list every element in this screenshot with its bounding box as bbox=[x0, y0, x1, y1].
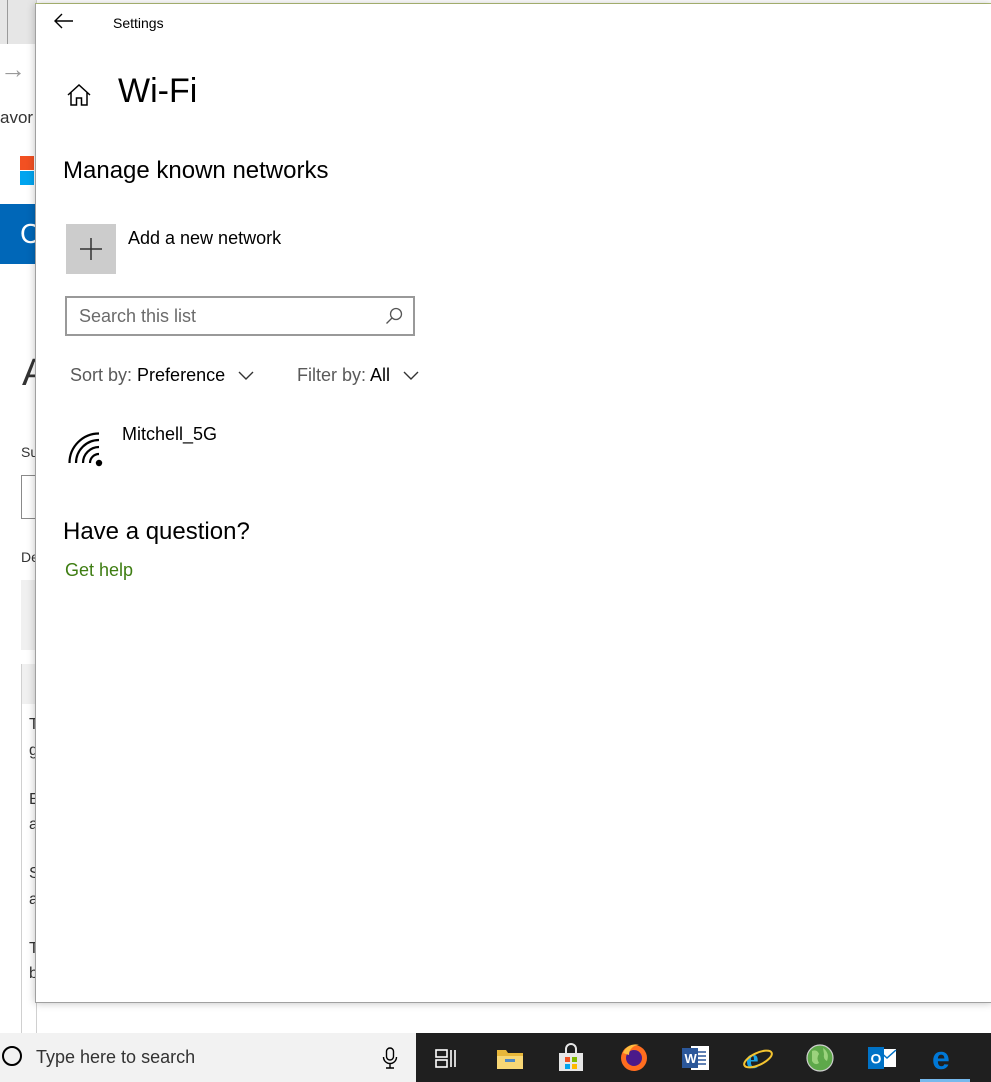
taskbar: Type here to search W e O e bbox=[0, 1033, 991, 1082]
chevron-down-icon bbox=[238, 371, 254, 381]
task-view-icon[interactable] bbox=[430, 1041, 464, 1075]
home-icon[interactable] bbox=[66, 82, 92, 108]
background-tab-strip bbox=[0, 0, 36, 44]
add-tile bbox=[66, 224, 116, 274]
taskbar-search-placeholder: Type here to search bbox=[36, 1047, 196, 1067]
back-arrow-icon bbox=[54, 13, 73, 29]
outlook-icon[interactable]: O bbox=[865, 1041, 899, 1075]
filter-dropdown[interactable]: Filter by: All bbox=[297, 365, 419, 386]
search-box[interactable] bbox=[65, 296, 415, 336]
question-heading: Have a question? bbox=[63, 518, 250, 545]
firefox-icon[interactable] bbox=[617, 1041, 651, 1075]
get-help-link[interactable]: Get help bbox=[65, 560, 133, 581]
svg-text:e: e bbox=[932, 1041, 950, 1075]
settings-window: Settings Wi-Fi Manage known networks Add… bbox=[35, 4, 991, 1003]
back-button[interactable] bbox=[54, 13, 78, 33]
background-tab-separator bbox=[7, 0, 8, 44]
file-explorer-icon[interactable] bbox=[493, 1041, 527, 1075]
edge-icon[interactable]: e bbox=[928, 1041, 962, 1075]
sort-label: Sort by: bbox=[70, 365, 133, 385]
background-browser-window: → avor C A Su De T g E a S a T b bbox=[0, 0, 47, 1034]
microsoft-store-icon[interactable] bbox=[554, 1041, 588, 1075]
filter-label: Filter by: bbox=[297, 365, 367, 385]
microsoft-logo-icon bbox=[20, 156, 36, 186]
page-title: Wi-Fi bbox=[118, 72, 198, 110]
svg-text:W: W bbox=[685, 1051, 698, 1066]
cortana-icon[interactable] bbox=[2, 1046, 22, 1066]
chevron-down-icon bbox=[403, 371, 419, 381]
taskbar-search-box[interactable]: Type here to search bbox=[0, 1033, 416, 1082]
internet-explorer-icon[interactable]: e bbox=[741, 1041, 775, 1075]
window-title: Settings bbox=[113, 15, 164, 31]
wifi-signal-icon bbox=[68, 432, 103, 467]
background-panel-header bbox=[22, 664, 36, 704]
network-name: Mitchell_5G bbox=[122, 424, 218, 444]
sort-dropdown[interactable]: Sort by: Preference bbox=[70, 365, 254, 386]
background-blue-banner: C bbox=[0, 204, 36, 264]
forward-arrow-icon[interactable]: → bbox=[0, 56, 26, 82]
add-network-label: Add a new network bbox=[128, 228, 282, 248]
search-input[interactable] bbox=[79, 298, 379, 334]
background-favorites-bar: avor bbox=[0, 108, 34, 127]
sort-value: Preference bbox=[137, 365, 226, 385]
section-title: Manage known networks bbox=[63, 157, 329, 184]
search-icon[interactable] bbox=[385, 307, 403, 325]
word-icon[interactable]: W bbox=[679, 1041, 713, 1075]
globe-app-icon[interactable] bbox=[803, 1041, 837, 1075]
svg-text:O: O bbox=[871, 1051, 882, 1067]
filter-value: All bbox=[370, 365, 391, 385]
microphone-icon[interactable] bbox=[382, 1047, 398, 1069]
network-list-item[interactable]: Mitchell_5G bbox=[68, 422, 368, 472]
plus-icon bbox=[80, 238, 102, 260]
